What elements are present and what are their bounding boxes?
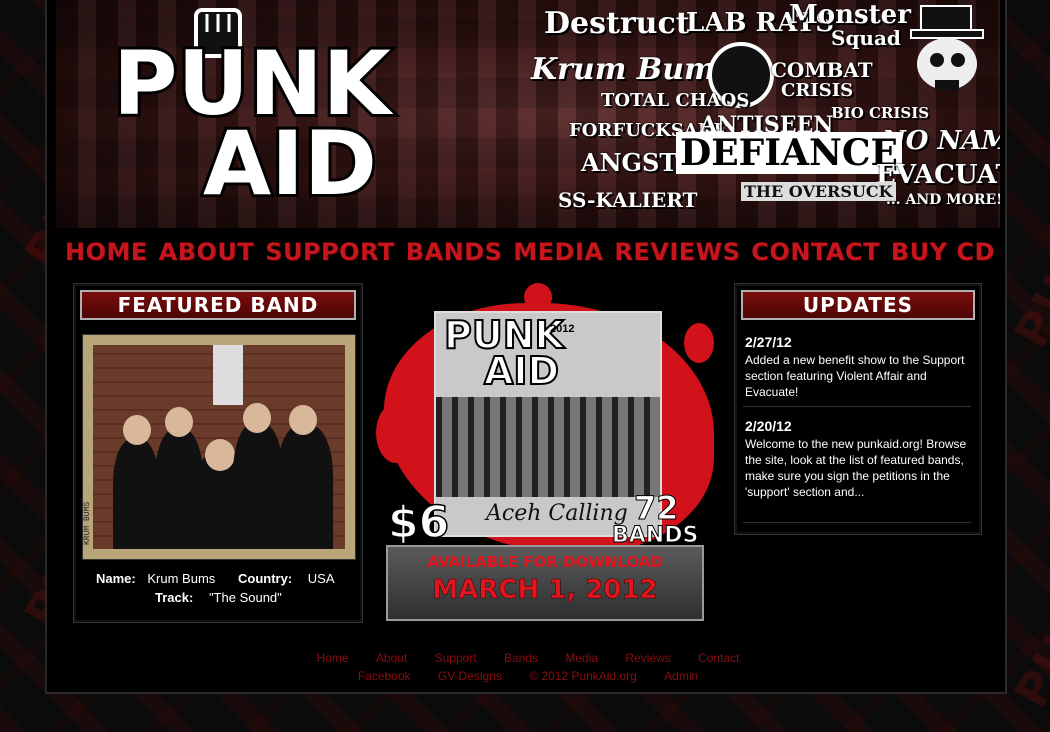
band-logo: CRISIS xyxy=(781,80,854,101)
update-text: Added a new benefit show to the Support … xyxy=(745,353,965,399)
band-logo: Destruct xyxy=(544,6,690,41)
update-divider xyxy=(743,522,971,523)
nav-reviews[interactable]: REVIEWS xyxy=(614,238,740,266)
available-text: AVAILABLE FOR DOWNLOAD xyxy=(427,553,663,571)
footer-links-row-2: Facebook GV-Designs © 2012 PunkAid.org A… xyxy=(47,669,1009,683)
band-logo: ANGST xyxy=(581,148,678,177)
featured-band-panel: FEATURED BAND KRUM BUMS Name: Krum Bums xyxy=(73,283,363,623)
promo-year: 2012 xyxy=(550,323,575,335)
band-logo: DEFIANCE xyxy=(676,132,902,174)
track-link[interactable]: "The Sound" xyxy=(209,590,282,605)
update-item: 2/20/12 Welcome to the new punkaid.org! … xyxy=(745,418,971,500)
band-logo: ... AND MORE!! xyxy=(886,192,1000,208)
featured-band-title: FEATURED BAND xyxy=(80,290,356,320)
nav-media[interactable]: MEDIA xyxy=(513,238,603,266)
blood-splatter xyxy=(524,283,552,311)
updates-title: UPDATES xyxy=(741,290,975,320)
footer-home[interactable]: Home xyxy=(317,651,349,665)
band-logo: TOTAL CHAOS xyxy=(601,90,750,111)
footer-reviews[interactable]: Reviews xyxy=(625,651,670,665)
copyright: © 2012 PunkAid.org xyxy=(529,669,637,683)
nav-contact[interactable]: CONTACT xyxy=(751,238,880,266)
nav-support[interactable]: SUPPORT xyxy=(265,238,395,266)
promo-price: $6 xyxy=(387,496,450,549)
blood-splatter xyxy=(376,403,416,463)
footer-gv-designs[interactable]: GV-Designs xyxy=(438,669,502,683)
punk-aid-logo[interactable]: PUNK AID xyxy=(108,6,418,206)
page-container: PUNK AID Destruct LAB RATS Monster Squad… xyxy=(45,0,1007,694)
featured-track-row: Track: "The Sound" xyxy=(155,590,282,605)
footer-media[interactable]: Media xyxy=(565,651,598,665)
updates-panel: UPDATES 2/27/12 Added a new benefit show… xyxy=(734,283,982,535)
band-logo: THE OVERSUCK xyxy=(741,182,896,201)
album-cover: PUNK AID 2012 Aceh Calling xyxy=(434,311,662,537)
footer-facebook[interactable]: Facebook xyxy=(358,669,411,683)
svg-text:AID: AID xyxy=(203,112,377,206)
band-member-head xyxy=(205,439,235,471)
footer-about[interactable]: About xyxy=(376,651,407,665)
promo-bands-count: 72 xyxy=(634,489,680,528)
footer-links-row-1: Home About Support Bands Media Reviews C… xyxy=(47,651,1009,665)
band-member-head xyxy=(243,403,271,433)
band-logo: COMBAT xyxy=(771,58,873,82)
band-member-head xyxy=(289,405,317,435)
band-member xyxy=(233,423,283,549)
update-date: 2/27/12 xyxy=(745,334,792,350)
update-text[interactable]: Welcome to the new punkaid.org! Browse t… xyxy=(745,436,971,500)
footer-admin[interactable]: Admin xyxy=(664,669,698,683)
download-banner[interactable]: AVAILABLE FOR DOWNLOAD MARCH 1, 2012 xyxy=(386,545,704,621)
update-divider xyxy=(743,406,971,407)
main-nav: HOME ABOUT SUPPORT BANDS MEDIA REVIEWS C… xyxy=(65,237,995,267)
country-label: Country: xyxy=(238,571,293,586)
country-value: USA xyxy=(307,571,335,586)
featured-country-row: Country: USA xyxy=(238,571,335,586)
footer-support[interactable]: Support xyxy=(435,651,477,665)
band-member-head xyxy=(165,407,193,437)
band-logo: SS-KALIERT xyxy=(558,188,698,212)
nav-home[interactable]: HOME xyxy=(65,238,148,266)
footer-bands[interactable]: Bands xyxy=(504,651,538,665)
skull-mascot-icon xyxy=(910,5,984,90)
promo-subtitle: Aceh Calling xyxy=(486,501,628,526)
promo-logo: PUNK AID xyxy=(443,313,565,393)
band-logo: Squad xyxy=(831,26,901,50)
footer-contact[interactable]: Contact xyxy=(698,651,739,665)
photo-image xyxy=(93,345,345,549)
track-label: Track: xyxy=(155,590,194,605)
nav-about[interactable]: ABOUT xyxy=(159,238,255,266)
band-member xyxy=(277,425,333,549)
release-date: MARCH 1, 2012 xyxy=(432,575,658,606)
nav-buy-cd[interactable]: BUY CD xyxy=(891,238,995,266)
update-item: 2/27/12 Added a new benefit show to the … xyxy=(745,334,971,400)
featured-band-photo[interactable]: KRUM BUMS xyxy=(82,334,356,560)
blood-splatter xyxy=(684,323,714,363)
update-date: 2/20/12 xyxy=(745,418,792,434)
photo-caption: KRUM BUMS xyxy=(83,501,92,545)
band-member-head xyxy=(123,415,151,445)
header-banner: PUNK AID Destruct LAB RATS Monster Squad… xyxy=(56,0,1000,228)
photo-window xyxy=(213,345,243,405)
featured-name-row: Name: Krum Bums xyxy=(96,571,215,586)
band-member xyxy=(113,439,159,549)
nav-bands[interactable]: BANDS xyxy=(406,238,503,266)
cage-bars xyxy=(436,397,660,497)
name-label: Name: xyxy=(96,571,136,586)
band-logo: Krum Bums xyxy=(531,52,733,87)
album-promo[interactable]: PUNK AID 2012 Aceh Calling $6 72 BANDS A… xyxy=(376,283,714,623)
band-name-value: Krum Bums xyxy=(147,571,216,586)
